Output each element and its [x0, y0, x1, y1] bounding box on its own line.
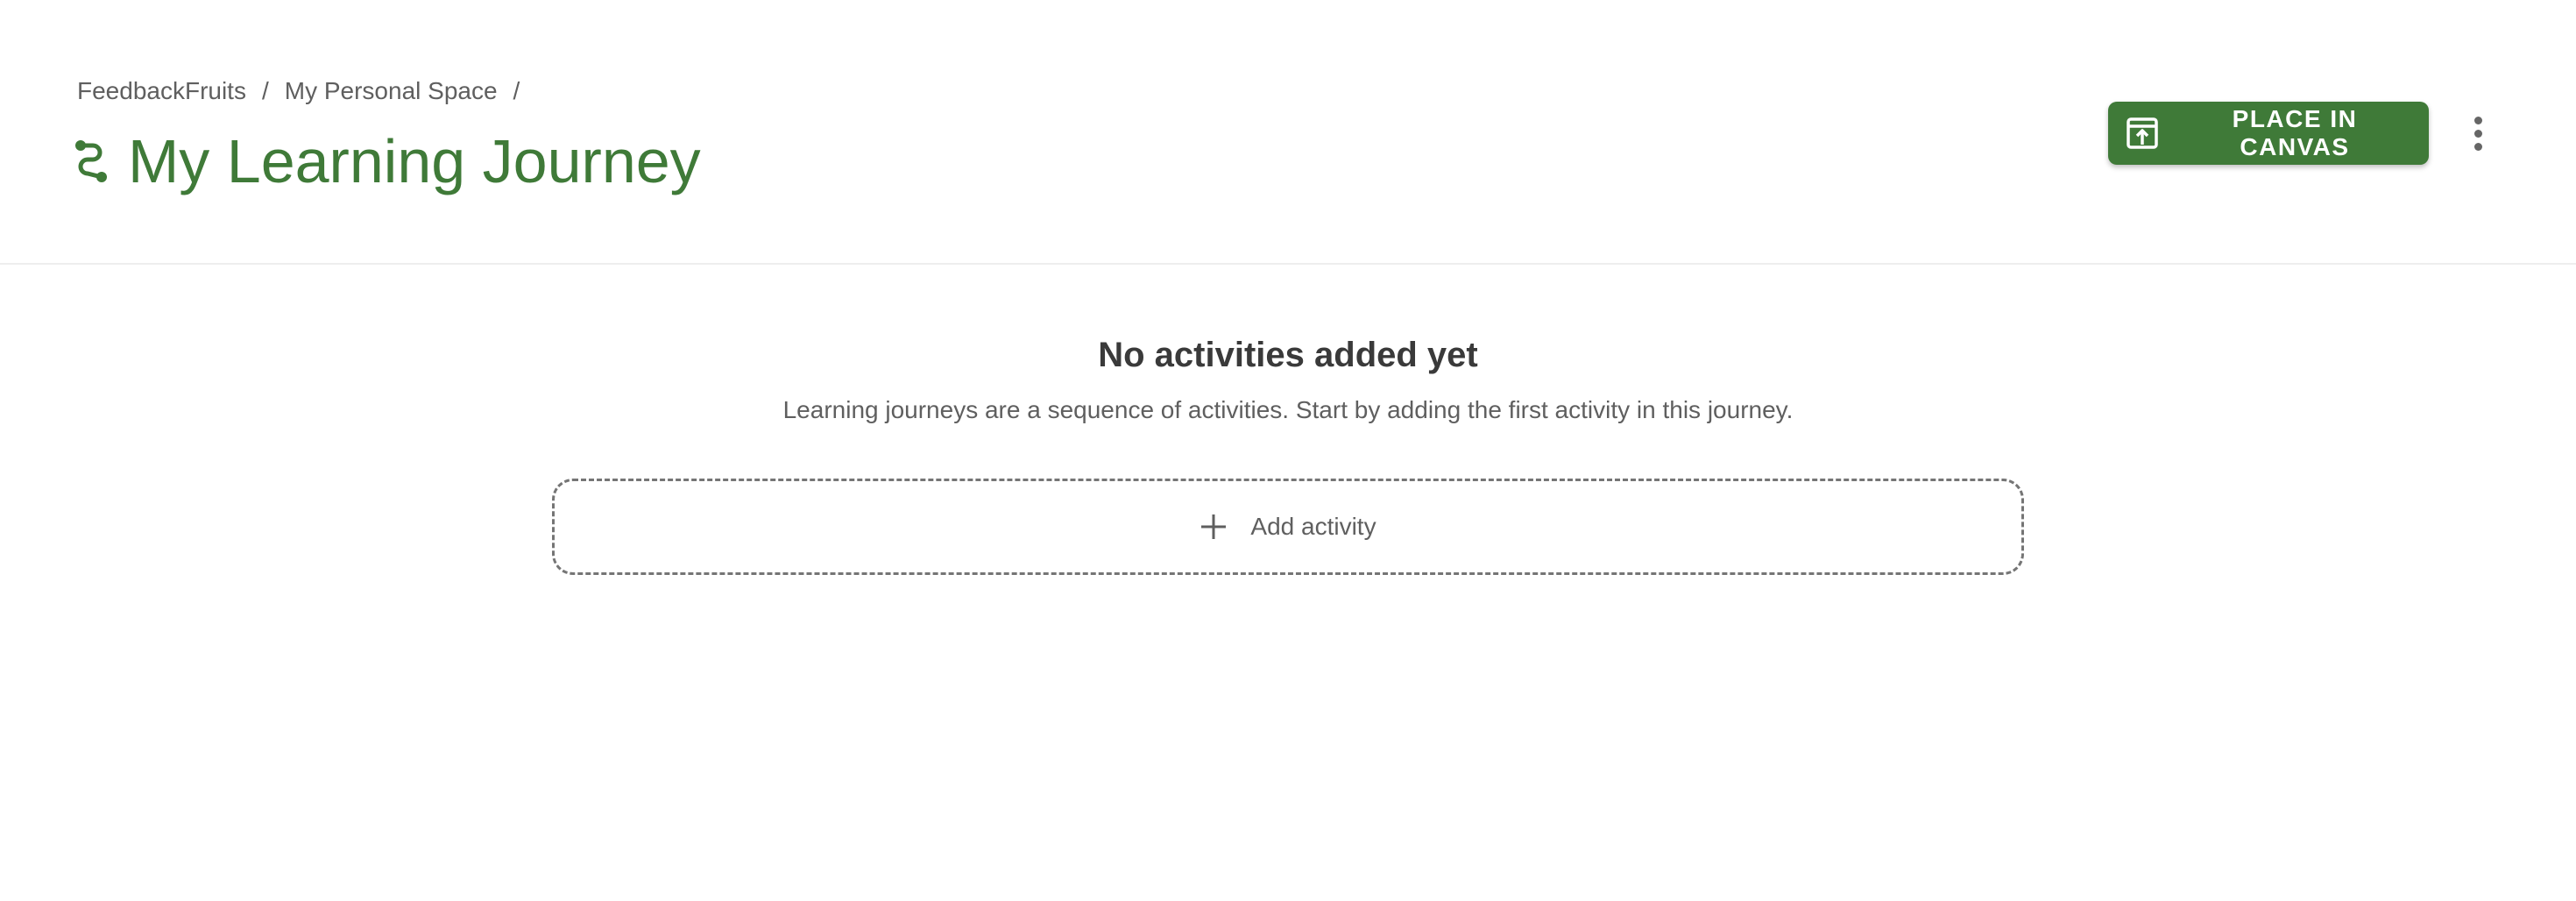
place-in-canvas-icon — [2126, 117, 2159, 150]
empty-state-description: Learning journeys are a sequence of acti… — [782, 396, 1794, 423]
add-activity-label: Add activity — [1250, 513, 1376, 540]
breadcrumb-item-feedbackfruits[interactable]: FeedbackFruits — [77, 77, 246, 105]
learning-journey-icon — [74, 138, 110, 184]
title-row: My Learning Journey — [74, 123, 701, 200]
plus-icon — [1200, 513, 1228, 541]
place-in-canvas-label: PLACE IN CANVAS — [2232, 105, 2358, 160]
more-vertical-icon — [2473, 116, 2482, 124]
breadcrumb-separator: / — [513, 77, 520, 104]
more-vertical-icon — [2473, 142, 2482, 151]
more-vertical-icon — [2473, 129, 2482, 138]
empty-state: No activities added yet Learning journey… — [0, 333, 2576, 428]
place-in-canvas-button[interactable]: PLACE IN CANVAS — [2108, 102, 2429, 165]
more-options-button[interactable] — [2460, 105, 2495, 161]
breadcrumb-item-personal-space[interactable]: My Personal Space — [285, 77, 498, 105]
empty-state-title: No activities added yet — [1098, 336, 1478, 374]
page-header: FeedbackFruits / My Personal Space / My … — [0, 0, 2576, 265]
breadcrumb: FeedbackFruits / My Personal Space / — [77, 77, 535, 105]
breadcrumb-separator: / — [261, 77, 269, 104]
add-activity-button[interactable]: Add activity — [552, 479, 2024, 575]
page-title: My Learning Journey — [128, 127, 701, 195]
